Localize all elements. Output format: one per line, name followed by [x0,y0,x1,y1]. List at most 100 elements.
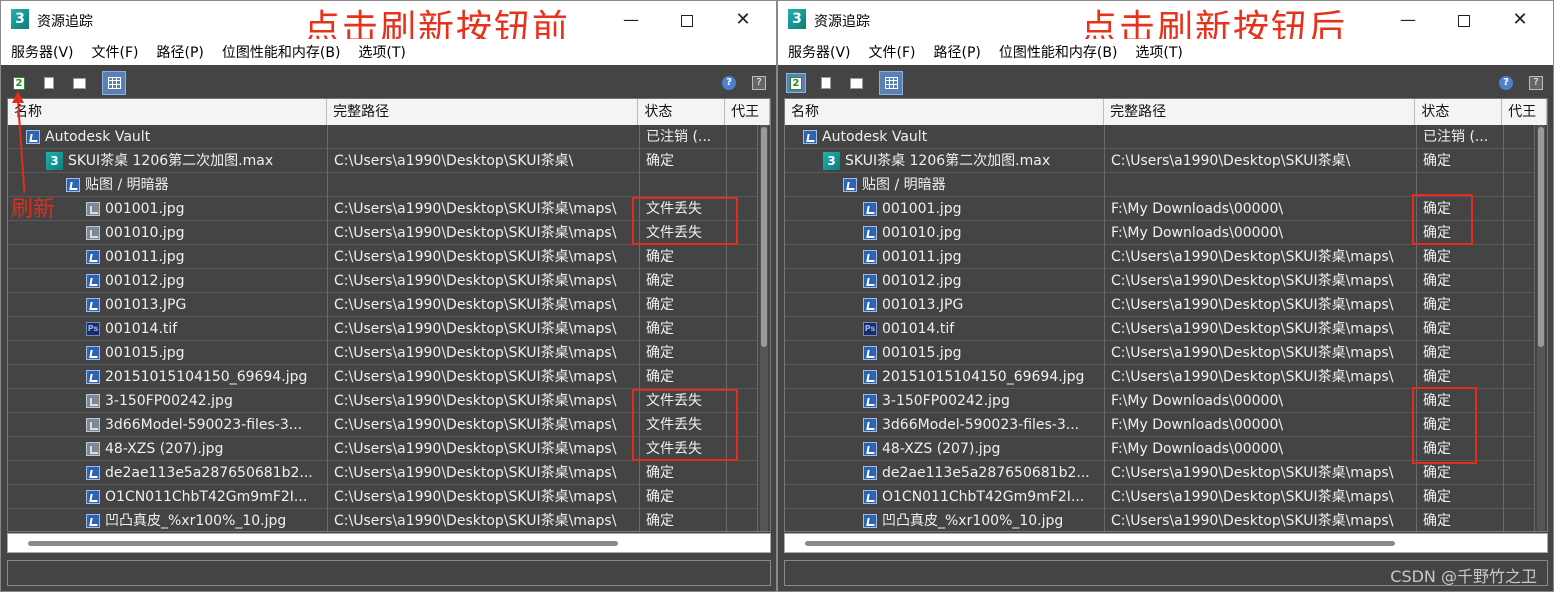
context-help-button[interactable]: ? [1526,73,1546,93]
table-row[interactable]: 001011.jpg C:\Users\a1990\Desktop\SKUI茶桌\… [785,245,1535,269]
table-row[interactable]: de2ae113e5a287650681b2... C:\Users\a1990\… [785,461,1535,485]
thumbnail-view-button[interactable] [846,73,866,93]
table-view-button[interactable] [102,71,126,95]
cell-full-path: C:\Users\a1990\Desktop\SKUI茶桌\ [1105,149,1417,173]
menu-path[interactable]: 路径(P) [157,42,204,62]
asset-name: 48-XZS (207).jpg [882,441,1001,457]
table-row[interactable]: 001013.JPG C:\Users\a1990\Desktop\SKUI茶桌\… [785,293,1535,317]
close-button[interactable]: ✕ [1505,7,1535,33]
column-header-name[interactable]: 名称 [785,99,1105,125]
horizontal-scrollbar[interactable] [784,533,1548,553]
cell-name: 20151015104150_69694.jpg [8,365,328,389]
maximize-button[interactable] [672,7,702,33]
column-header-full-path[interactable]: 完整路径 [1104,99,1416,125]
horizontal-scroll-thumb[interactable] [805,541,1395,546]
list-view-button[interactable] [816,73,836,93]
thumbnail-view-button[interactable] [69,73,89,93]
minimize-button[interactable]: — [616,7,646,33]
menu-path[interactable]: 路径(P) [934,42,981,62]
table-row[interactable]: 20151015104150_69694.jpg C:\Users\a1990\D… [8,365,758,389]
vertical-scrollbar[interactable] [1537,125,1545,531]
table-row[interactable]: 凹凸真皮_%xr100%_10.jpg C:\Users\a1990\Deskto… [8,509,758,531]
maximize-button[interactable] [1449,7,1479,33]
vertical-scroll-thumb[interactable] [761,127,767,347]
title-bar: 3 资源追踪 点击刷新按钮前 — ✕ [1,1,776,49]
bitmap-icon [86,346,100,360]
maps-folder-icon [843,178,857,192]
refresh-button[interactable]: 2 [786,73,806,93]
table-row[interactable]: 3 SKUI茶桌 1206第二次加图.max C:\Users\a1990\Desk… [785,149,1535,173]
3dsmax-app-icon: 3 [11,9,29,29]
asset-name: 001001.jpg [882,201,962,217]
table-row[interactable]: Ps 001014.tif C:\Users\a1990\Desktop\SKUI茶… [785,317,1535,341]
table-row[interactable]: 001015.jpg C:\Users\a1990\Desktop\SKUI茶桌\… [8,341,758,365]
table-row[interactable]: Ps 001014.tif C:\Users\a1990\Desktop\SKUI茶… [8,317,758,341]
menu-file[interactable]: 文件(F) [869,42,916,62]
table-row[interactable]: O1CN011ChbT42Gm9mF2I... C:\Users\a1990\De… [785,485,1535,509]
table-row[interactable]: 001013.JPG C:\Users\a1990\Desktop\SKUI茶桌\… [8,293,758,317]
column-header-extra[interactable]: 代王 [1502,99,1547,125]
cell-name: 001013.JPG [785,293,1105,317]
table-row[interactable]: Autodesk Vault 已注销 (... [8,125,758,149]
cell-name: 001012.jpg [8,269,328,293]
cell-extra [727,149,758,173]
horizontal-scroll-thumb[interactable] [28,541,618,546]
column-header-status[interactable]: 状态 [638,99,726,125]
help-icon: ? [722,76,736,90]
table-row[interactable]: 贴图 / 明暗器 [8,173,758,197]
menu-options[interactable]: 选项(T) [358,42,405,62]
table-view-button[interactable] [879,71,903,95]
cell-name: 3d66Model-590023-files-3... [8,413,328,437]
refresh-icon: 2 [13,76,25,90]
menu-options[interactable]: 选项(T) [1135,42,1182,62]
help-button[interactable]: ? [719,73,739,93]
cell-status: 确定 [1417,245,1504,269]
table-row[interactable]: 001012.jpg C:\Users\a1990\Desktop\SKUI茶桌\… [8,269,758,293]
menu-server[interactable]: 服务器(V) [11,42,74,62]
asset-table: 名称 完整路径 状态 代王 Autodesk Vault 已注销 (... 3 SKU… [7,98,771,532]
menu-bitmap-performance[interactable]: 位图性能和内存(B) [222,42,341,62]
table-row[interactable]: Autodesk Vault 已注销 (... [785,125,1535,149]
menu-server[interactable]: 服务器(V) [788,42,851,62]
cell-extra [727,245,758,269]
asset-name: 20151015104150_69694.jpg [882,369,1085,385]
list-view-button[interactable] [39,73,59,93]
table-row[interactable]: 001011.jpg C:\Users\a1990\Desktop\SKUI茶桌\… [8,245,758,269]
asset-name: 001011.jpg [882,249,962,265]
table-header: 名称 完整路径 状态 代王 [785,99,1547,125]
column-header-status[interactable]: 状态 [1415,99,1503,125]
cell-name: 001011.jpg [785,245,1105,269]
table-row[interactable]: O1CN011ChbT42Gm9mF2I... C:\Users\a1990\De… [8,485,758,509]
cell-full-path: F:\My Downloads\00000\ [1105,389,1417,413]
column-header-extra[interactable]: 代王 [725,99,770,125]
table-row[interactable]: 001012.jpg C:\Users\a1990\Desktop\SKUI茶桌\… [785,269,1535,293]
missing-bitmap-icon [86,394,100,408]
cell-full-path [1105,125,1417,149]
context-help-button[interactable]: ? [749,73,769,93]
vertical-scroll-thumb[interactable] [1538,127,1544,347]
table-row[interactable]: 凹凸真皮_%xr100%_10.jpg C:\Users\a1990\Deskto… [785,509,1535,531]
menu-file[interactable]: 文件(F) [92,42,139,62]
menu-bar: 服务器(V) 文件(F) 路径(P) 位图性能和内存(B) 选项(T) [1,39,776,65]
horizontal-scrollbar[interactable] [7,533,771,553]
column-header-full-path[interactable]: 完整路径 [327,99,639,125]
table-row[interactable]: 20151015104150_69694.jpg C:\Users\a1990\D… [785,365,1535,389]
bitmap-icon [86,514,100,528]
refresh-button[interactable]: 2 [9,73,29,93]
minimize-button[interactable]: — [1393,7,1423,33]
maximize-icon [681,14,693,27]
table-row[interactable]: 3 SKUI茶桌 1206第二次加图.max C:\Users\a1990\Desk… [8,149,758,173]
cell-extra [727,509,758,531]
vertical-scrollbar[interactable] [760,125,768,531]
cell-full-path: C:\Users\a1990\Desktop\SKUI茶桌\maps\ [328,197,640,221]
photoshop-file-icon: Ps [863,322,877,336]
close-button[interactable]: ✕ [728,7,758,33]
menu-bitmap-performance[interactable]: 位图性能和内存(B) [999,42,1118,62]
column-header-name[interactable]: 名称 [8,99,328,125]
table-row[interactable]: de2ae113e5a287650681b2... C:\Users\a1990\… [8,461,758,485]
cell-name: 20151015104150_69694.jpg [785,365,1105,389]
cell-status: 确定 [640,509,727,531]
cell-name: 001015.jpg [785,341,1105,365]
help-button[interactable]: ? [1496,73,1516,93]
table-row[interactable]: 001015.jpg C:\Users\a1990\Desktop\SKUI茶桌\… [785,341,1535,365]
